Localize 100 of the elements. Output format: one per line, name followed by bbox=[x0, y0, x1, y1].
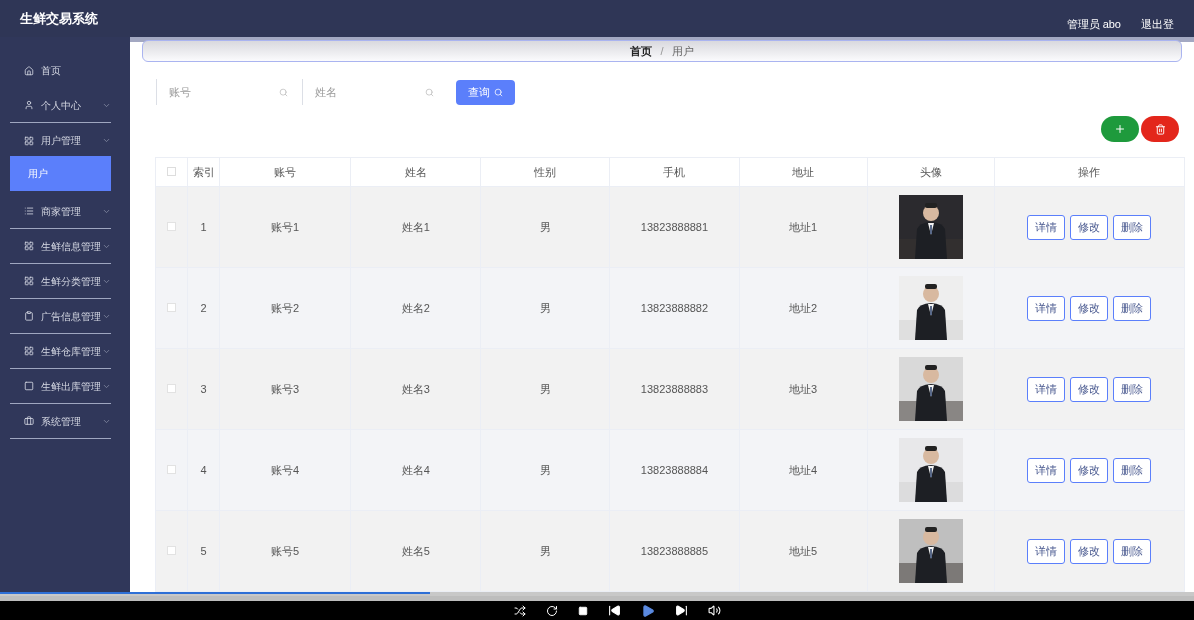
column-header: 操作 bbox=[994, 157, 1185, 187]
sidebar-item[interactable]: 用户 bbox=[10, 156, 111, 191]
table-cell: 13823888884 bbox=[609, 429, 740, 511]
search-icon bbox=[425, 87, 434, 97]
logout-link[interactable]: 退出登 bbox=[1141, 16, 1174, 33]
action-button[interactable]: 详情 bbox=[1027, 376, 1066, 402]
sidebar-item[interactable]: 个人中心 bbox=[10, 88, 111, 123]
forward-icon[interactable] bbox=[674, 604, 688, 617]
table-cell: 13823888885 bbox=[609, 510, 740, 592]
table-cell: 2 bbox=[187, 267, 220, 349]
trash-icon bbox=[1154, 123, 1166, 135]
table-cell: 男 bbox=[480, 429, 610, 511]
grid-icon bbox=[24, 135, 34, 146]
table-cell: 账号4 bbox=[219, 429, 351, 511]
sidebar-item[interactable]: 系统管理 bbox=[10, 404, 111, 439]
user-label: 管理员 abo bbox=[1066, 17, 1121, 33]
checkbox[interactable] bbox=[167, 545, 176, 555]
home-icon bbox=[24, 65, 34, 76]
add-button[interactable] bbox=[1101, 116, 1139, 142]
table-cell: 男 bbox=[480, 348, 610, 430]
table-cell: 地址3 bbox=[739, 348, 868, 430]
table-cell: 账号1 bbox=[219, 186, 351, 268]
column-header: 索引 bbox=[187, 157, 220, 187]
clipboard-icon bbox=[24, 311, 34, 321]
table-cell: 1 bbox=[187, 186, 220, 268]
table-cell: 13823888881 bbox=[609, 186, 740, 268]
action-button[interactable]: 详情 bbox=[1027, 214, 1066, 240]
action-button[interactable]: 删除 bbox=[1113, 295, 1152, 321]
column-header: 地址 bbox=[739, 157, 868, 187]
volume-icon[interactable] bbox=[707, 604, 721, 617]
app-title: 生鲜交易系统 bbox=[20, 9, 98, 28]
plus-icon bbox=[1114, 123, 1126, 135]
action-button[interactable]: 详情 bbox=[1027, 295, 1066, 321]
table-cell: 姓名4 bbox=[350, 429, 481, 511]
repeat-icon[interactable] bbox=[545, 604, 558, 617]
breadcrumb-item[interactable]: 用户 bbox=[671, 43, 694, 60]
person-icon bbox=[24, 100, 34, 110]
square-icon bbox=[24, 381, 34, 391]
sidebar-item[interactable]: 生鲜仓库管理 bbox=[10, 334, 111, 369]
table-cell: 4 bbox=[187, 429, 220, 511]
action-button[interactable]: 删除 bbox=[1113, 457, 1152, 483]
action-button[interactable]: 修改 bbox=[1070, 214, 1109, 240]
grid-icon bbox=[24, 276, 34, 286]
table-cell: 13823888883 bbox=[609, 348, 740, 430]
search-field[interactable]: 账号 bbox=[156, 79, 279, 105]
table-cell: 地址2 bbox=[739, 267, 868, 349]
checkbox[interactable] bbox=[167, 302, 176, 312]
table-cell: 地址1 bbox=[739, 186, 868, 268]
table-cell: 姓名1 bbox=[350, 186, 481, 268]
table-cell: 账号5 bbox=[219, 510, 351, 592]
checkbox[interactable] bbox=[167, 166, 176, 176]
column-header: 姓名 bbox=[350, 157, 481, 187]
table-cell: 13823888882 bbox=[609, 267, 740, 349]
table-cell: 男 bbox=[480, 186, 610, 268]
table-cell: 男 bbox=[480, 267, 610, 349]
query-button[interactable]: 查询 bbox=[456, 79, 515, 105]
action-button[interactable]: 修改 bbox=[1070, 538, 1109, 564]
sidebar-item[interactable]: 用户管理 bbox=[10, 123, 111, 158]
sidebar-item[interactable]: 广告信息管理 bbox=[10, 299, 111, 334]
table-cell: 地址5 bbox=[739, 510, 868, 592]
delete-button[interactable] bbox=[1141, 116, 1179, 142]
search-field[interactable]: 姓名 bbox=[302, 79, 425, 105]
column-header: 性别 bbox=[480, 157, 610, 187]
stop-icon[interactable] bbox=[577, 605, 588, 616]
breadcrumb-item[interactable]: 首页 bbox=[630, 43, 653, 60]
action-button[interactable]: 详情 bbox=[1027, 457, 1066, 483]
breadcrumb-separator: / bbox=[660, 44, 664, 59]
sidebar-item[interactable]: 生鲜出库管理 bbox=[10, 369, 111, 404]
action-button[interactable]: 详情 bbox=[1027, 538, 1066, 564]
search-icon bbox=[279, 87, 288, 97]
action-button[interactable]: 删除 bbox=[1113, 538, 1152, 564]
sidebar-item[interactable]: 首页 bbox=[10, 53, 111, 88]
play-icon[interactable] bbox=[640, 603, 655, 618]
chevron-down-icon bbox=[102, 136, 111, 145]
table-cell: 姓名3 bbox=[350, 348, 481, 430]
checkbox[interactable] bbox=[167, 464, 176, 474]
briefcase-icon bbox=[24, 416, 34, 426]
action-button[interactable]: 修改 bbox=[1070, 295, 1109, 321]
grid-icon bbox=[24, 241, 34, 251]
table-cell: 姓名5 bbox=[350, 510, 481, 592]
rewind-icon[interactable] bbox=[607, 604, 621, 617]
table-cell: 账号2 bbox=[219, 267, 351, 349]
action-button[interactable]: 删除 bbox=[1113, 214, 1152, 240]
checkbox[interactable] bbox=[167, 221, 176, 231]
sidebar-item[interactable]: 生鲜信息管理 bbox=[10, 229, 111, 264]
table-cell: 账号3 bbox=[219, 348, 351, 430]
list-icon bbox=[24, 206, 34, 216]
seek-bar[interactable] bbox=[0, 592, 1194, 596]
sidebar-item[interactable]: 生鲜分类管理 bbox=[10, 264, 111, 299]
column-header: 头像 bbox=[867, 157, 995, 187]
sidebar-item[interactable]: 商家管理 bbox=[10, 194, 111, 229]
action-button[interactable]: 修改 bbox=[1070, 376, 1109, 402]
checkbox[interactable] bbox=[167, 383, 176, 393]
grid-icon bbox=[24, 346, 34, 356]
action-button[interactable]: 修改 bbox=[1070, 457, 1109, 483]
shuffle-icon[interactable] bbox=[513, 604, 526, 617]
table-cell: 姓名2 bbox=[350, 267, 481, 349]
table-cell: 5 bbox=[187, 510, 220, 592]
search-icon bbox=[494, 87, 503, 97]
action-button[interactable]: 删除 bbox=[1113, 376, 1152, 402]
